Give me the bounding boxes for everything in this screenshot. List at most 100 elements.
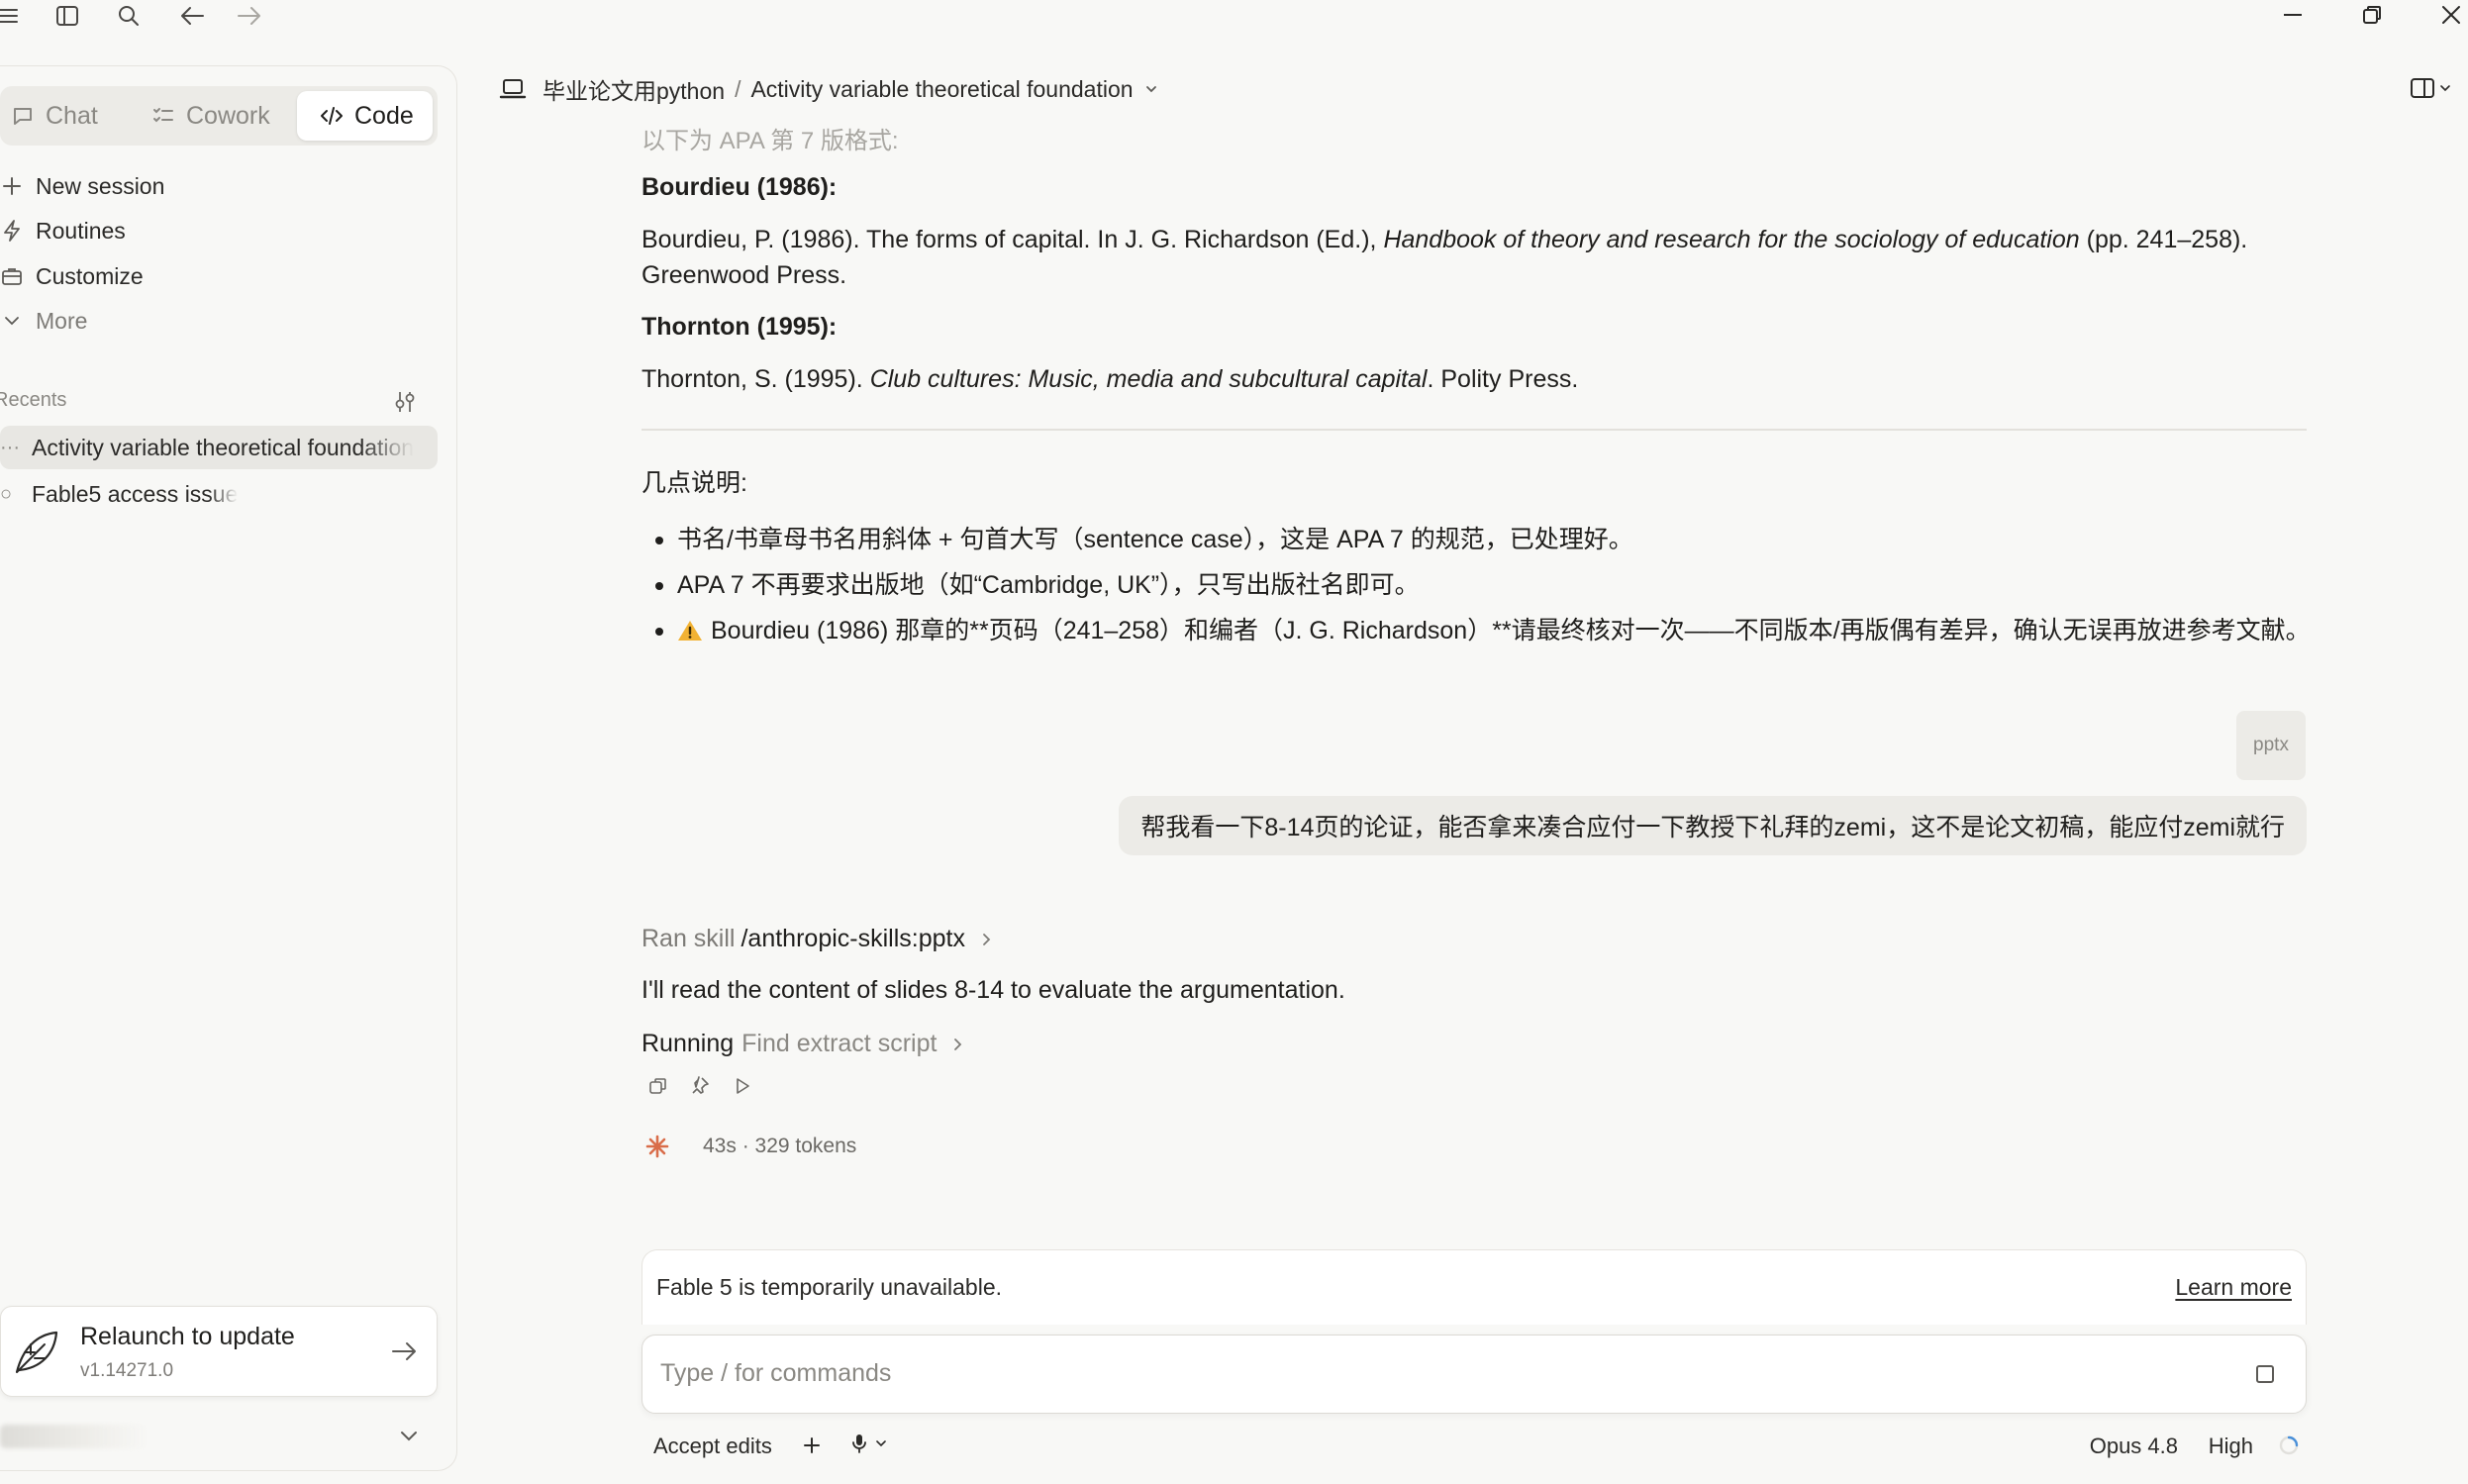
warning-icon <box>677 620 703 642</box>
close-icon[interactable] <box>2427 0 2468 30</box>
recent-session-item[interactable]: ··· Activity variable theoretical founda… <box>0 426 438 469</box>
laptop-icon <box>499 75 527 103</box>
update-version: v1.14271.0 <box>80 1360 174 1381</box>
restore-icon[interactable] <box>2348 0 2396 30</box>
skill-name: /anthropic-skills:pptx <box>740 925 965 952</box>
tab-cowork-label: Cowork <box>186 101 270 130</box>
recents-heading: Recents <box>0 389 67 411</box>
routines-label: Routines <box>36 217 126 244</box>
forward-arrow-icon[interactable] <box>236 2 263 30</box>
chevron-down-icon <box>875 1437 887 1449</box>
relaunch-update-card[interactable]: Relaunch to update v1.14271.0 <box>0 1306 438 1397</box>
stop-icon[interactable] <box>2254 1363 2276 1385</box>
microphone-icon <box>849 1432 869 1455</box>
tab-code[interactable]: Code <box>297 91 433 141</box>
reference-text: Thornton, S. (1995). <box>642 365 863 393</box>
account-menu[interactable] <box>0 1415 438 1454</box>
reference-entry: Thornton, S. (1995). Club cultures: Musi… <box>642 361 2307 397</box>
message-actions <box>647 1075 752 1097</box>
reference-book-title: Club cultures: Music, media and subcultu… <box>869 365 1428 393</box>
accept-edits-toggle[interactable]: Accept edits <box>653 1434 772 1459</box>
split-panel-icon <box>2410 76 2435 100</box>
reference-heading: Thornton (1995): <box>642 309 2307 345</box>
notes-list: 书名/书章母书名用斜体 + 句首大写（sentence case），这是 APA… <box>642 517 2324 653</box>
tab-chat[interactable]: Chat <box>0 91 129 141</box>
chat-bubble-icon <box>10 103 36 129</box>
idle-indicator-icon: ○ <box>0 482 13 505</box>
notes-heading: 几点说明: <box>642 469 747 497</box>
attachment-chip[interactable]: pptx <box>2236 711 2306 780</box>
message-input[interactable]: Type / for commands <box>642 1335 2307 1414</box>
tab-code-label: Code <box>354 101 414 130</box>
running-indicator-icon: ··· <box>0 436 20 458</box>
chevron-down-icon[interactable] <box>1143 81 1159 97</box>
update-title: Relaunch to update <box>80 1323 295 1350</box>
note-text: APA 7 不再要求出版地（如“Cambridge, UK”），只写出版社名即可… <box>677 571 1420 599</box>
pin-icon[interactable] <box>689 1075 711 1097</box>
breadcrumb-separator: / <box>735 75 741 102</box>
list-item: APA 7 不再要求出版地（如“Cambridge, UK”），只写出版社名即可… <box>642 562 2324 608</box>
search-icon[interactable] <box>115 2 143 30</box>
reference-entry: Bourdieu, P. (1986). The forms of capita… <box>642 222 2307 293</box>
unavailable-notice: Fable 5 is temporarily unavailable. Lear… <box>642 1249 2307 1325</box>
divider <box>642 429 2307 431</box>
briefcase-icon <box>0 264 24 288</box>
faded-line: 以下为 APA 第 7 版格式: <box>642 128 899 154</box>
effort-selector[interactable]: High <box>2209 1434 2253 1459</box>
routines-button[interactable]: Routines <box>0 211 126 250</box>
chevron-down-icon <box>396 1423 422 1448</box>
minimize-icon[interactable] <box>2269 0 2317 30</box>
recent-session-item[interactable]: ○ Fable5 access issue <box>0 472 438 516</box>
running-step-row[interactable]: Running Find extract script <box>642 1030 966 1058</box>
input-placeholder: Type / for commands <box>660 1359 892 1387</box>
menu-icon[interactable] <box>0 2 22 30</box>
code-icon <box>319 103 345 129</box>
microphone-button[interactable] <box>849 1432 887 1455</box>
notice-text: Fable 5 is temporarily unavailable. <box>656 1274 1003 1300</box>
new-session-button[interactable]: New session <box>0 166 164 206</box>
reference-heading-text: Thornton (1995): <box>642 313 838 341</box>
tab-cowork[interactable]: Cowork <box>141 91 289 141</box>
arrow-right-icon <box>389 1336 419 1366</box>
chevron-down-icon <box>0 309 24 333</box>
breadcrumb: 毕业论文用python / Activity variable theoreti… <box>499 71 1159 107</box>
filter-icon[interactable] <box>392 389 418 415</box>
title-bar <box>0 0 2468 40</box>
panel-toggle-button[interactable] <box>2410 73 2457 103</box>
play-icon[interactable] <box>731 1075 752 1097</box>
sidebar: Chat Cowork Code New session Routines Cu… <box>0 65 457 1471</box>
recent-session-title: Activity variable theoretical foundation <box>32 434 415 460</box>
model-selector[interactable]: Opus 4.8 <box>2090 1434 2178 1459</box>
bolt-icon <box>0 219 24 243</box>
avatar <box>0 1425 148 1448</box>
plus-icon <box>0 174 24 198</box>
sidebar-toggle-icon[interactable] <box>53 2 81 30</box>
customize-label: Customize <box>36 262 144 289</box>
new-session-label: New session <box>36 172 165 199</box>
list-item: 书名/书章母书名用斜体 + 句首大写（sentence case），这是 APA… <box>642 517 2324 562</box>
chevron-right-icon <box>977 931 995 948</box>
running-step: Find extract script <box>741 1030 938 1057</box>
session-title[interactable]: Activity variable theoretical foundation <box>750 76 1133 103</box>
recent-session-title: Fable5 access issue <box>32 480 239 507</box>
note-text: Bourdieu (1986) 那章的**页码（241–258）和编者（J. G… <box>711 617 2311 644</box>
sparkle-icon <box>645 1135 669 1158</box>
loading-spinner-icon <box>2277 1434 2301 1457</box>
add-icon[interactable] <box>800 1434 824 1457</box>
copy-icon[interactable] <box>647 1075 669 1097</box>
learn-more-link[interactable]: Learn more <box>2175 1274 2292 1301</box>
composer-toolbar: Accept edits Opus 4.8 High <box>642 1430 2307 1463</box>
skill-run-row[interactable]: Ran skill /anthropic-skills:pptx <box>642 925 995 953</box>
reference-heading: Bourdieu (1986): <box>642 169 2307 205</box>
chevron-right-icon <box>948 1036 966 1053</box>
customize-button[interactable]: Customize <box>0 256 144 296</box>
note-text: 书名/书章母书名用斜体 + 句首大写（sentence case），这是 APA… <box>677 526 1633 553</box>
chevron-down-icon <box>2439 82 2451 94</box>
more-label: More <box>36 307 88 334</box>
reference-heading-text: Bourdieu (1986): <box>642 173 838 201</box>
reference-text: Bourdieu, P. (1986). The forms of capita… <box>642 226 1377 253</box>
stats-text: 43s · 329 tokens <box>703 1135 857 1157</box>
project-name[interactable]: 毕业论文用python <box>543 72 725 106</box>
back-arrow-icon[interactable] <box>178 2 206 30</box>
more-button[interactable]: More <box>0 301 87 341</box>
